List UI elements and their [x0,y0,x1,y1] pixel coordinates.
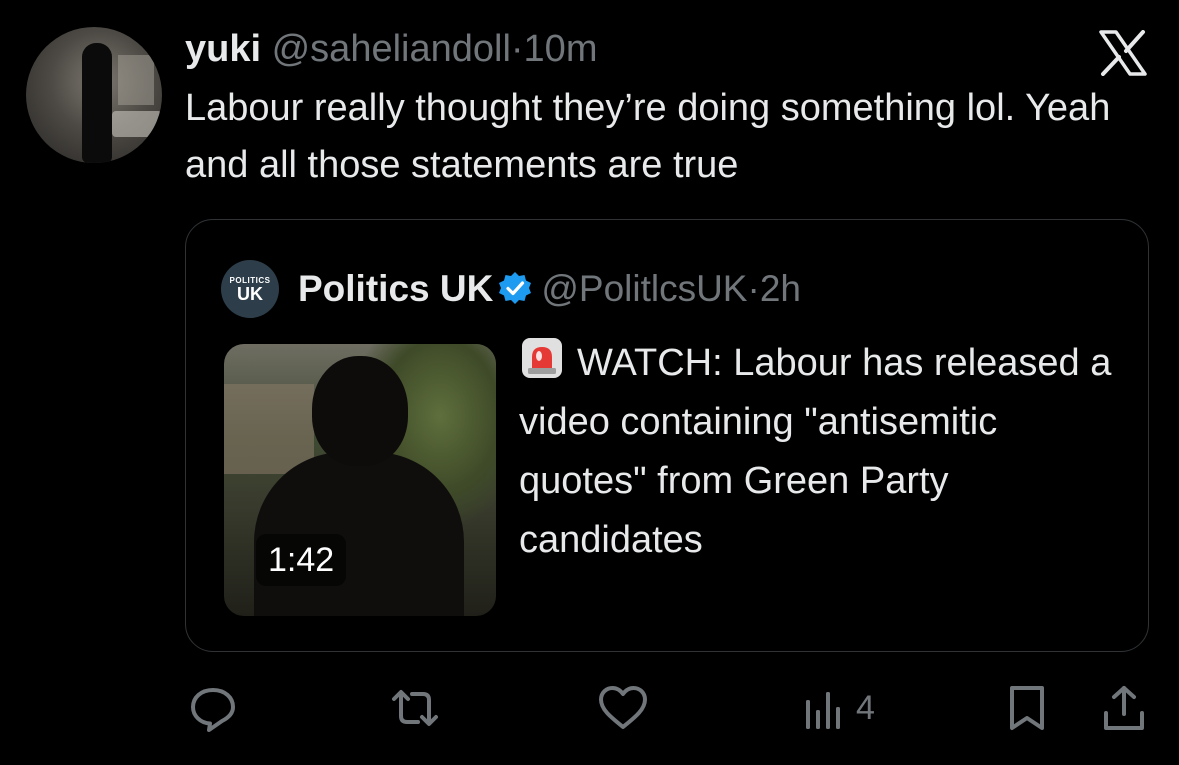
bookmark-button[interactable] [1006,680,1048,736]
reply-button[interactable] [188,680,238,736]
quoted-author-name[interactable]: Politics UK [298,268,493,309]
quoted-avatar-main-text: UK [237,283,263,304]
x-logo-icon [1098,30,1148,76]
video-duration-badge: 1:42 [256,534,347,586]
tweet-header: yuki @saheliandoll·10m [185,26,597,72]
quoted-tweet-header: Politics UK @PolitlcsUK·2h [298,265,801,313]
bookmark-icon [1010,686,1044,730]
quoted-tweet-body: WATCH: Labour has released a video conta… [519,342,1112,561]
tweet-actions-bar: 4 [0,680,1179,740]
quoted-author-handle[interactable]: @PolitlcsUK [541,268,747,309]
reply-icon [191,688,235,732]
quoted-tweet[interactable]: POLITICS UK Politics UK @PolitlcsUK·2h 1… [185,219,1149,652]
quoted-tweet-text: WATCH: Labour has released a video conta… [519,334,1119,570]
views-chart-icon [806,692,840,729]
author-avatar[interactable] [26,27,162,163]
thumbnail-background-building [224,384,314,474]
thumbnail-person-head [312,356,408,466]
share-icon [1104,686,1144,730]
quoted-author-avatar[interactable]: POLITICS UK [221,260,279,318]
quoted-timestamp[interactable]: 2h [760,268,801,309]
repost-icon [392,690,438,726]
verified-badge-icon [499,272,532,304]
author-name[interactable]: yuki [185,28,261,70]
tweet-timestamp[interactable]: 10m [524,28,598,70]
police-siren-icon [522,338,562,378]
share-button[interactable] [1100,680,1148,736]
avatar-background-window [118,55,154,105]
views-count: 4 [856,688,875,727]
avatar-person-silhouette [82,43,112,163]
header-separator: · [510,28,524,70]
heart-icon [599,686,647,729]
video-thumbnail[interactable]: 1:42 [224,344,496,616]
author-handle[interactable]: @saheliandoll [272,28,511,70]
like-button[interactable] [596,680,650,736]
tweet-text: Labour really thought they’re doing some… [185,87,1111,186]
views-button[interactable]: 4 [802,680,875,736]
repost-button[interactable] [386,680,444,736]
avatar-background-bathtub [112,111,162,137]
quoted-header-separator: · [747,268,760,309]
